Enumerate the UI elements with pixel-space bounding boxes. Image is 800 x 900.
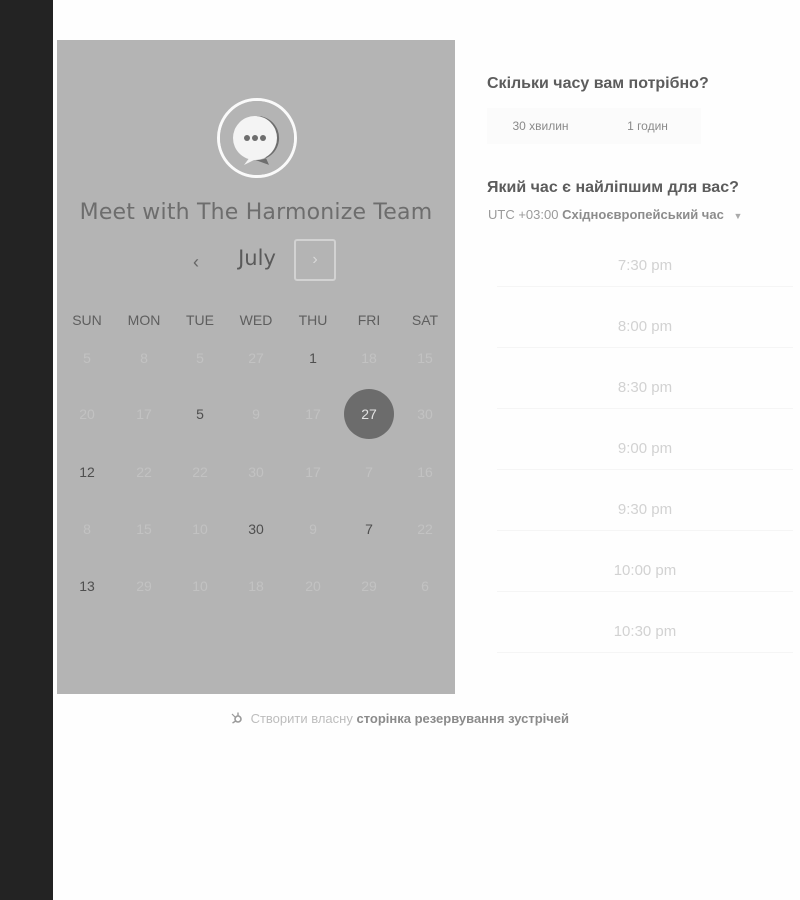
calendar-day: 9 bbox=[252, 406, 260, 422]
weekday-fri: FRI bbox=[357, 312, 381, 328]
calendar-day: 27 bbox=[248, 350, 264, 366]
footer-link[interactable]: сторінка резервування зустрічей bbox=[356, 711, 569, 726]
caret-down-icon: ▼ bbox=[733, 211, 743, 221]
weekday-wed: WED bbox=[239, 312, 273, 328]
prev-month-button[interactable]: ‹ bbox=[181, 249, 211, 275]
footer-prefix: Створити власну bbox=[250, 711, 353, 726]
weekday-tue: TUE bbox=[186, 312, 214, 328]
calendar-day: 6 bbox=[421, 578, 429, 594]
calendar-day: 29 bbox=[136, 578, 152, 594]
calendar-day: 15 bbox=[417, 350, 433, 366]
duration-selector: 30 хвилин 1 годин bbox=[487, 108, 701, 144]
weekday-sat: SAT bbox=[411, 312, 439, 328]
time-slot[interactable]: 9:30 pm bbox=[497, 490, 793, 531]
calendar-day[interactable]: 5 bbox=[175, 389, 225, 439]
calendar-day: 5 bbox=[83, 350, 91, 366]
calendar-day[interactable]: 13 bbox=[62, 561, 112, 611]
calendar-day: 9 bbox=[309, 521, 317, 537]
next-month-button[interactable]: › bbox=[294, 239, 336, 281]
calendar-day: 5 bbox=[196, 350, 204, 366]
month-label: July bbox=[238, 246, 276, 270]
calendar-day: 17 bbox=[136, 406, 152, 422]
calendar-day: 7 bbox=[365, 464, 373, 480]
left-dark-strip bbox=[0, 0, 53, 900]
time-slot[interactable]: 8:00 pm bbox=[497, 307, 793, 348]
calendar-day: 10 bbox=[192, 521, 208, 537]
calendar-day: 17 bbox=[305, 464, 321, 480]
calendar-day: 16 bbox=[417, 464, 433, 480]
calendar-day[interactable]: 12 bbox=[62, 447, 112, 497]
weekday-thu: THU bbox=[298, 312, 328, 328]
calendar-day: 30 bbox=[248, 464, 264, 480]
calendar-day: 15 bbox=[136, 521, 152, 537]
time-slot[interactable]: 10:00 pm bbox=[497, 551, 793, 592]
month-navigation: ‹ July › bbox=[57, 239, 455, 285]
calendar-day: 22 bbox=[417, 521, 433, 537]
calendar-day: 8 bbox=[83, 521, 91, 537]
calendar-day[interactable]: 1 bbox=[288, 333, 338, 383]
calendar-day[interactable]: 30 bbox=[231, 504, 281, 554]
calendar-day: 22 bbox=[136, 464, 152, 480]
calendar-day: 18 bbox=[248, 578, 264, 594]
timezone-name: Східноєвропейський час bbox=[562, 207, 724, 222]
duration-option-1-hour[interactable]: 1 годин bbox=[594, 108, 701, 144]
meeting-title: Meet with The Harmonize Team bbox=[79, 200, 433, 225]
time-slot[interactable]: 10:30 pm bbox=[497, 612, 793, 653]
weekday-mon: MON bbox=[127, 312, 161, 328]
calendar-day: 17 bbox=[305, 406, 321, 422]
weekday-sun: SUN bbox=[72, 312, 102, 328]
footer: Створити власну сторінка резервування зу… bbox=[0, 711, 800, 726]
calendar-panel: Meet with The Harmonize Team ‹ July › SU… bbox=[57, 40, 455, 694]
time-slot[interactable]: 7:30 pm bbox=[497, 246, 793, 287]
duration-option-30-min[interactable]: 30 хвилин bbox=[487, 108, 594, 144]
time-slot[interactable]: 9:00 pm bbox=[497, 429, 793, 470]
calendar-day: 20 bbox=[305, 578, 321, 594]
avatar bbox=[217, 98, 297, 178]
calendar-day-selected[interactable]: 27 bbox=[344, 389, 394, 439]
calendar-day[interactable]: 7 bbox=[344, 504, 394, 554]
weekday-header: SUN MON TUE WED THU FRI SAT bbox=[57, 312, 455, 332]
timezone-offset: UTC +03:00 bbox=[488, 207, 559, 222]
timezone-selector[interactable]: UTC +03:00 Східноєвропейський час ▼ bbox=[488, 207, 742, 222]
calendar-day: 10 bbox=[192, 578, 208, 594]
calendar-day: 20 bbox=[79, 406, 95, 422]
calendar-day: 29 bbox=[361, 578, 377, 594]
chat-bubble-icon bbox=[220, 101, 294, 175]
time-question: Який час є найліпшим для вас? bbox=[487, 179, 739, 196]
calendar-day: 8 bbox=[140, 350, 148, 366]
calendar-day: 18 bbox=[361, 350, 377, 366]
calendar-day: 30 bbox=[417, 406, 433, 422]
time-slot[interactable]: 8:30 pm bbox=[497, 368, 793, 409]
calendar-day: 22 bbox=[192, 464, 208, 480]
hubspot-sprocket-icon bbox=[231, 711, 247, 726]
duration-question: Скільки часу вам потрібно? bbox=[487, 75, 709, 92]
